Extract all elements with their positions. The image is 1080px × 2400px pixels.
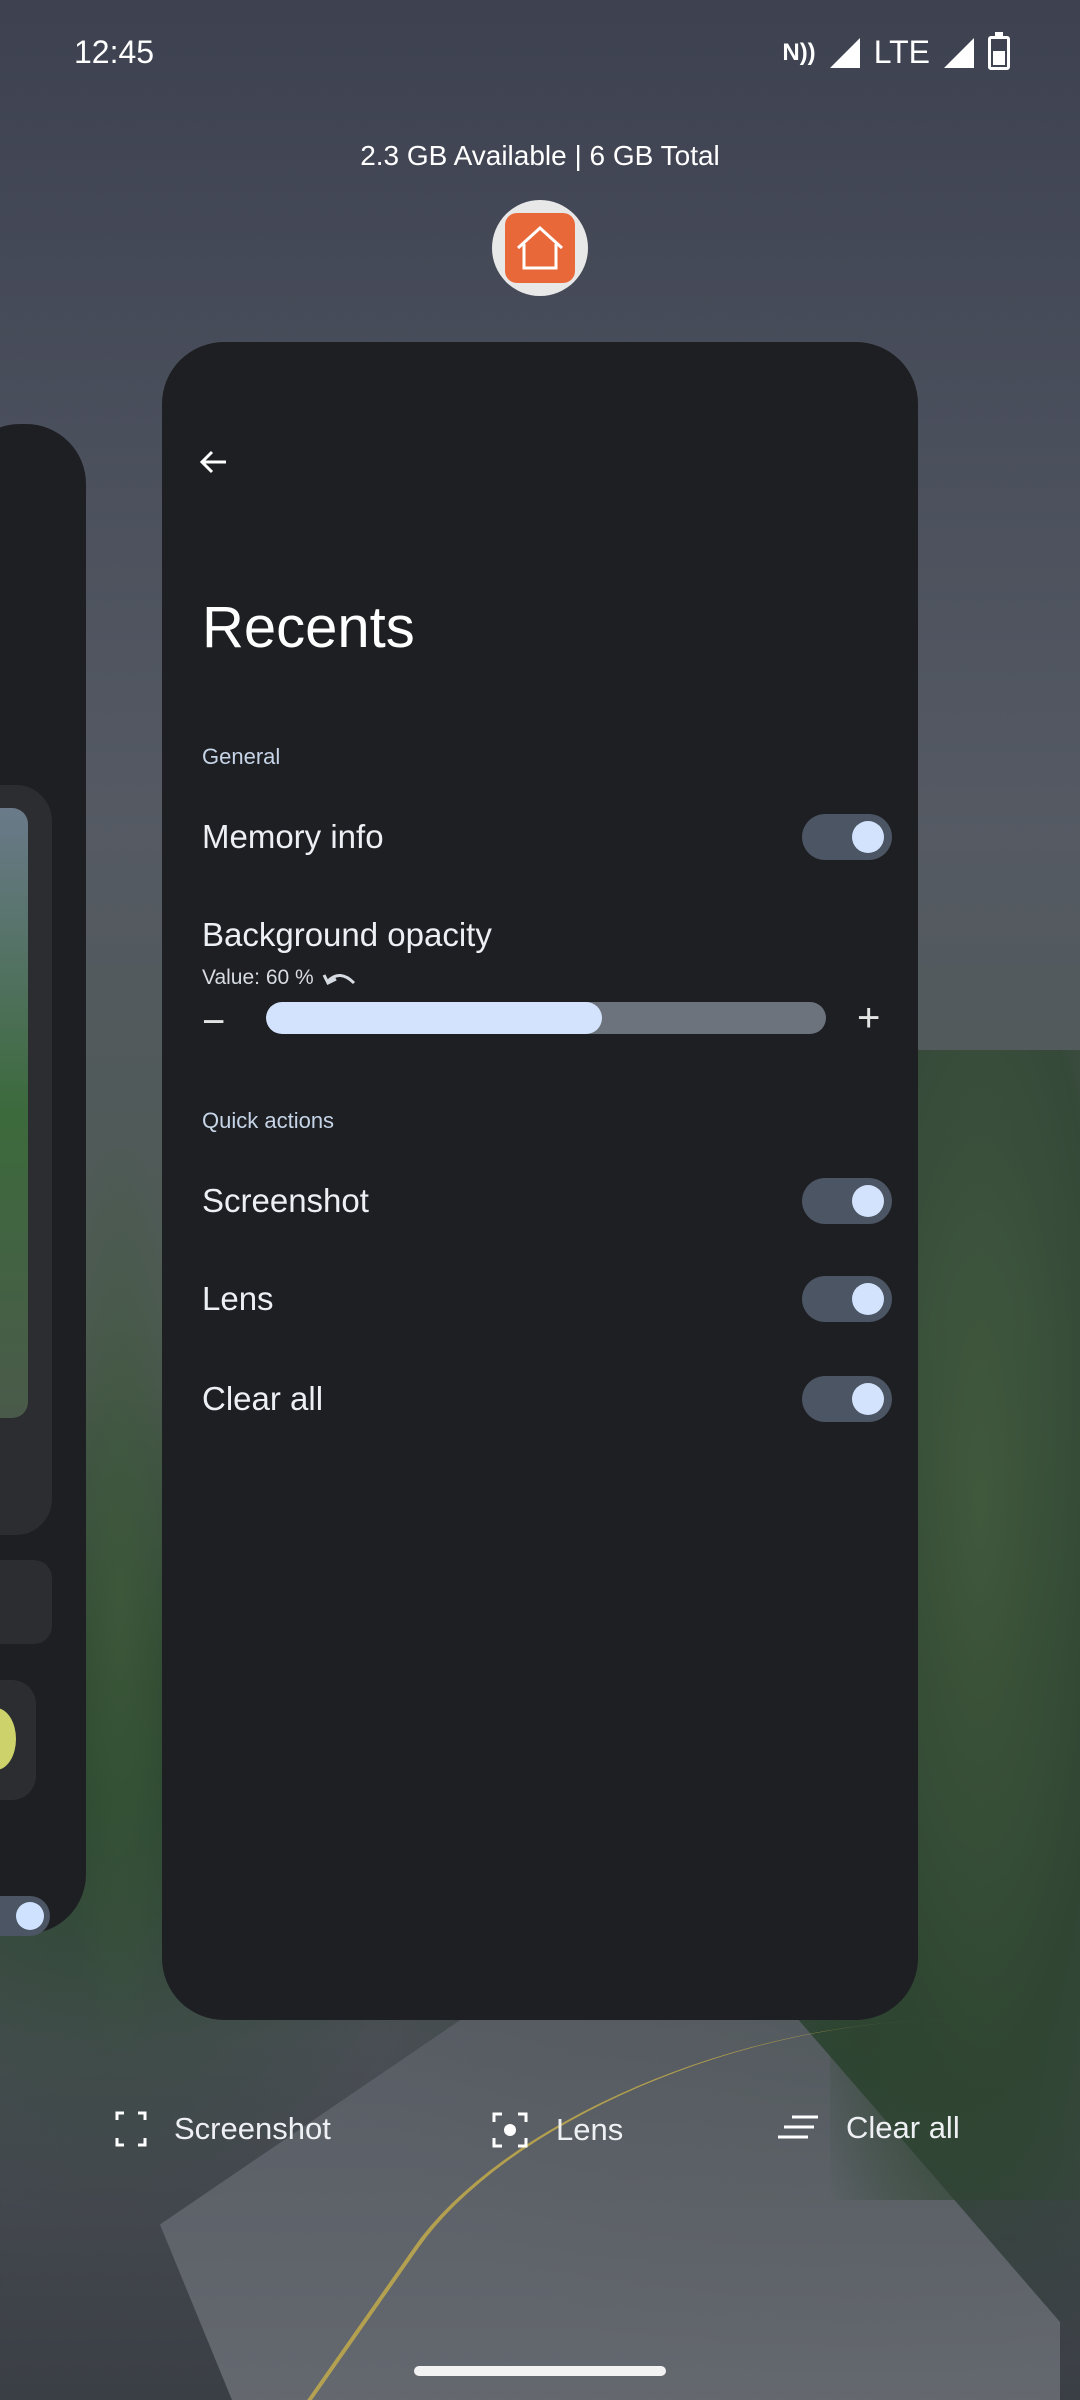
memory-info-toggle[interactable] xyxy=(802,814,892,860)
navigation-handle[interactable] xyxy=(414,2366,666,2376)
screenshot-action-label: Screenshot xyxy=(174,2111,331,2146)
background-opacity-label: Background opacity xyxy=(202,916,492,953)
page-title: Recents xyxy=(202,595,415,660)
previous-task-image xyxy=(0,808,28,1418)
battery-icon xyxy=(988,31,1010,70)
opacity-value-line: Value: 60 % xyxy=(202,966,360,990)
increase-opacity-button[interactable]: + xyxy=(857,998,880,1038)
opacity-slider-fill xyxy=(266,1002,602,1034)
section-header-quick-actions: Quick actions xyxy=(202,1108,335,1133)
status-icons: N)) LTE xyxy=(782,31,1010,71)
signal-icon xyxy=(944,37,974,68)
toggle-knob xyxy=(852,1383,884,1415)
lens-action-button[interactable]: Lens xyxy=(490,2110,623,2150)
home-launcher-icon[interactable] xyxy=(492,200,588,296)
lens-toggle[interactable] xyxy=(802,1276,892,1322)
back-button[interactable] xyxy=(184,432,244,492)
previous-task-circle xyxy=(0,1680,36,1800)
network-type: LTE xyxy=(873,34,930,70)
home-icon xyxy=(516,225,564,270)
screenshot-toggle[interactable] xyxy=(802,1178,892,1224)
toggle-knob xyxy=(852,821,884,853)
section-header-general: General xyxy=(202,744,281,769)
nfc-icon: N)) xyxy=(782,38,816,66)
memory-info-label: Memory info xyxy=(202,818,384,855)
toggle-knob xyxy=(852,1283,884,1315)
lens-icon xyxy=(492,2112,528,2148)
clear-all-action-label: Clear all xyxy=(846,2110,960,2145)
previous-task-bar xyxy=(0,1560,52,1644)
status-time: 12:45 xyxy=(74,34,155,70)
opacity-slider[interactable] xyxy=(266,1002,826,1034)
toggle-knob xyxy=(852,1185,884,1217)
reset-icon[interactable] xyxy=(322,967,360,989)
lens-label: Lens xyxy=(202,1280,274,1317)
memory-info-text: 2.3 GB Available | 6 GB Total xyxy=(360,140,720,171)
clear-all-action-button[interactable]: Clear all xyxy=(776,2110,960,2146)
clear-all-toggle[interactable] xyxy=(802,1376,892,1422)
signal-icon xyxy=(829,37,860,68)
recents-settings-card[interactable]: Recents General Memory info Background o… xyxy=(162,342,918,2020)
status-bar: 12:45 N)) LTE xyxy=(0,0,1080,110)
lens-action-label: Lens xyxy=(556,2112,624,2147)
arrow-back-icon xyxy=(199,450,226,474)
previous-task-toggle xyxy=(0,1896,50,1936)
screenshot-action-button[interactable]: Screenshot xyxy=(114,2110,331,2148)
screenshot-label: Screenshot xyxy=(202,1182,369,1219)
screenshot-icon xyxy=(115,2111,147,2147)
app-icon-badge xyxy=(505,213,575,283)
opacity-value-text: Value: 60 % xyxy=(202,966,314,989)
clear-all-icon xyxy=(778,2115,818,2139)
clear-all-label: Clear all xyxy=(202,1380,324,1417)
decrease-opacity-button[interactable]: − xyxy=(202,1002,225,1042)
